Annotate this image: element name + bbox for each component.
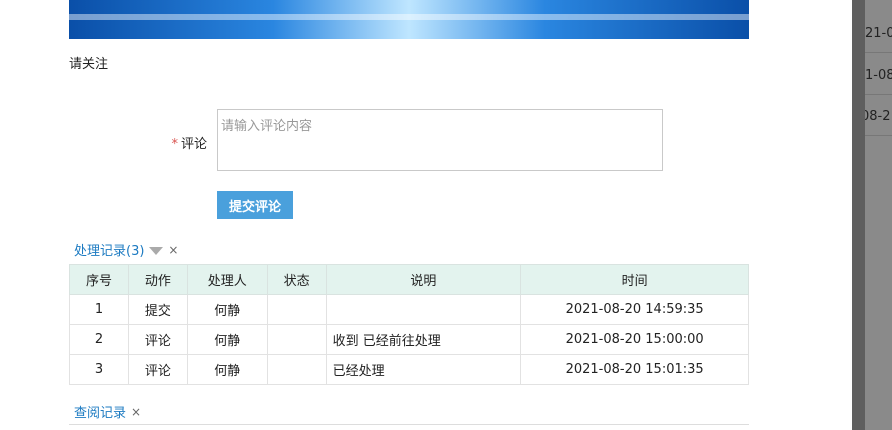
comment-input[interactable]: [217, 109, 663, 171]
col-header-time: 时间: [520, 264, 749, 295]
table-row: 1 提交 何静 2021-08-20 14:59:35: [69, 294, 749, 325]
cell-description: 已经处理: [325, 354, 522, 385]
cell-description: 收到 已经前往处理: [325, 324, 522, 355]
cell-status: [266, 294, 327, 325]
records-table: 序号 动作 处理人 状态 说明 时间 1 提交 何静 2021-08-20 14…: [69, 264, 749, 385]
background-window-edge: 21-0 1-08 08-2: [852, 0, 892, 430]
background-table-cell: 08-2: [865, 98, 892, 136]
cell-index: 1: [69, 294, 129, 325]
table-header-row: 序号 动作 处理人 状态 说明 时间: [69, 264, 749, 295]
header-banner: [69, 0, 749, 39]
chevron-down-icon[interactable]: [149, 246, 164, 255]
cell-description: [325, 294, 522, 325]
table-row: 2 评论 何静 收到 已经前往处理 2021-08-20 15:00:00: [69, 324, 749, 355]
background-table-cell: 1-08: [865, 57, 892, 95]
cell-index: 2: [69, 324, 129, 355]
close-icon[interactable]: ×: [168, 243, 178, 257]
cell-time: 2021-08-20 15:00:00: [520, 324, 749, 355]
view-records-title[interactable]: 查阅记录: [74, 402, 126, 421]
records-title[interactable]: 处理记录(3): [74, 240, 144, 259]
col-header-description: 说明: [325, 264, 522, 295]
col-header-status: 状态: [266, 264, 327, 295]
table-row: 3 评论 何静 已经处理 2021-08-20 15:01:35: [69, 354, 749, 385]
notice-text: 请关注: [69, 57, 109, 72]
col-header-handler: 处理人: [186, 264, 268, 295]
cell-index: 3: [69, 354, 129, 385]
cell-handler: 何静: [186, 354, 268, 385]
comment-label: * 评论: [171, 137, 207, 152]
records-section-header[interactable]: 处理记录(3) ×: [74, 240, 178, 260]
cell-action: 评论: [127, 354, 188, 385]
cell-action: 评论: [127, 324, 188, 355]
cell-status: [266, 354, 327, 385]
cell-time: 2021-08-20 14:59:35: [520, 294, 749, 325]
submit-comment-button[interactable]: 提交评论: [217, 191, 293, 219]
close-icon[interactable]: ×: [131, 405, 141, 419]
cell-status: [266, 324, 327, 355]
cell-handler: 何静: [186, 294, 268, 325]
section-divider: [69, 424, 749, 425]
cell-time: 2021-08-20 15:01:35: [520, 354, 749, 385]
background-table-cell: 21-0: [865, 15, 892, 53]
view-records-section-header[interactable]: 查阅记录 ×: [74, 402, 141, 422]
cell-action: 提交: [127, 294, 188, 325]
col-header-index: 序号: [69, 264, 129, 295]
cell-handler: 何静: [186, 324, 268, 355]
required-mark: *: [171, 137, 178, 152]
col-header-action: 动作: [127, 264, 188, 295]
